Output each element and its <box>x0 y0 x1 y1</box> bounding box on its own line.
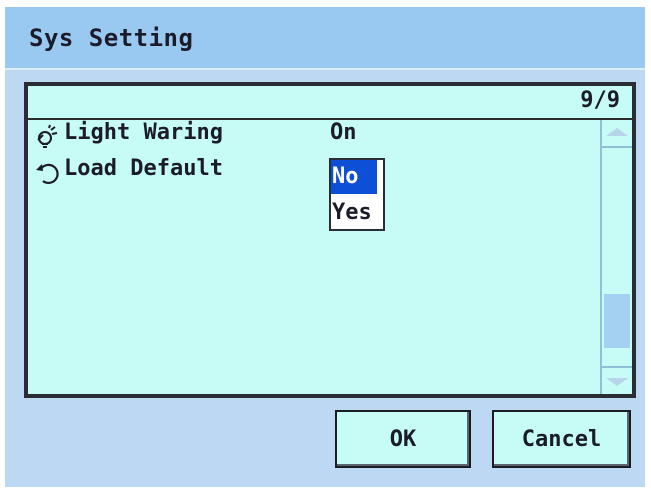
title-bar: Sys Setting <box>5 7 645 70</box>
setting-label: Light Waring <box>64 120 223 145</box>
dialog-title: Sys Setting <box>29 24 194 52</box>
scroll-up-button[interactable] <box>602 120 632 148</box>
ok-button[interactable]: OK <box>335 410 471 468</box>
settings-panel: 9/9 Light Waring On Load Default No Yes <box>24 82 636 398</box>
setting-row-load-default[interactable]: Load Default <box>28 156 318 192</box>
setting-row-light-waring[interactable]: Light Waring On <box>28 120 598 156</box>
undo-icon <box>34 160 60 186</box>
load-default-dropdown[interactable]: No Yes <box>329 158 385 231</box>
setting-label: Load Default <box>64 156 223 181</box>
sys-setting-dialog: Sys Setting 9/9 Light Waring On Load Def… <box>5 7 645 487</box>
light-icon <box>34 124 60 150</box>
cancel-button[interactable]: Cancel <box>492 410 631 468</box>
setting-value: On <box>330 120 357 145</box>
arrow-down-icon <box>606 378 628 386</box>
scroll-down-button[interactable] <box>602 366 632 394</box>
scrollbar[interactable] <box>600 120 632 394</box>
dropdown-option-yes[interactable]: Yes <box>331 196 383 230</box>
scroll-thumb[interactable] <box>604 294 630 348</box>
settings-list: 9/9 Light Waring On Load Default No Yes <box>28 86 632 394</box>
dropdown-option-no[interactable]: No <box>331 160 377 194</box>
page-header: 9/9 <box>28 86 632 120</box>
arrow-up-icon <box>606 128 628 136</box>
page-indicator: 9/9 <box>580 88 620 113</box>
